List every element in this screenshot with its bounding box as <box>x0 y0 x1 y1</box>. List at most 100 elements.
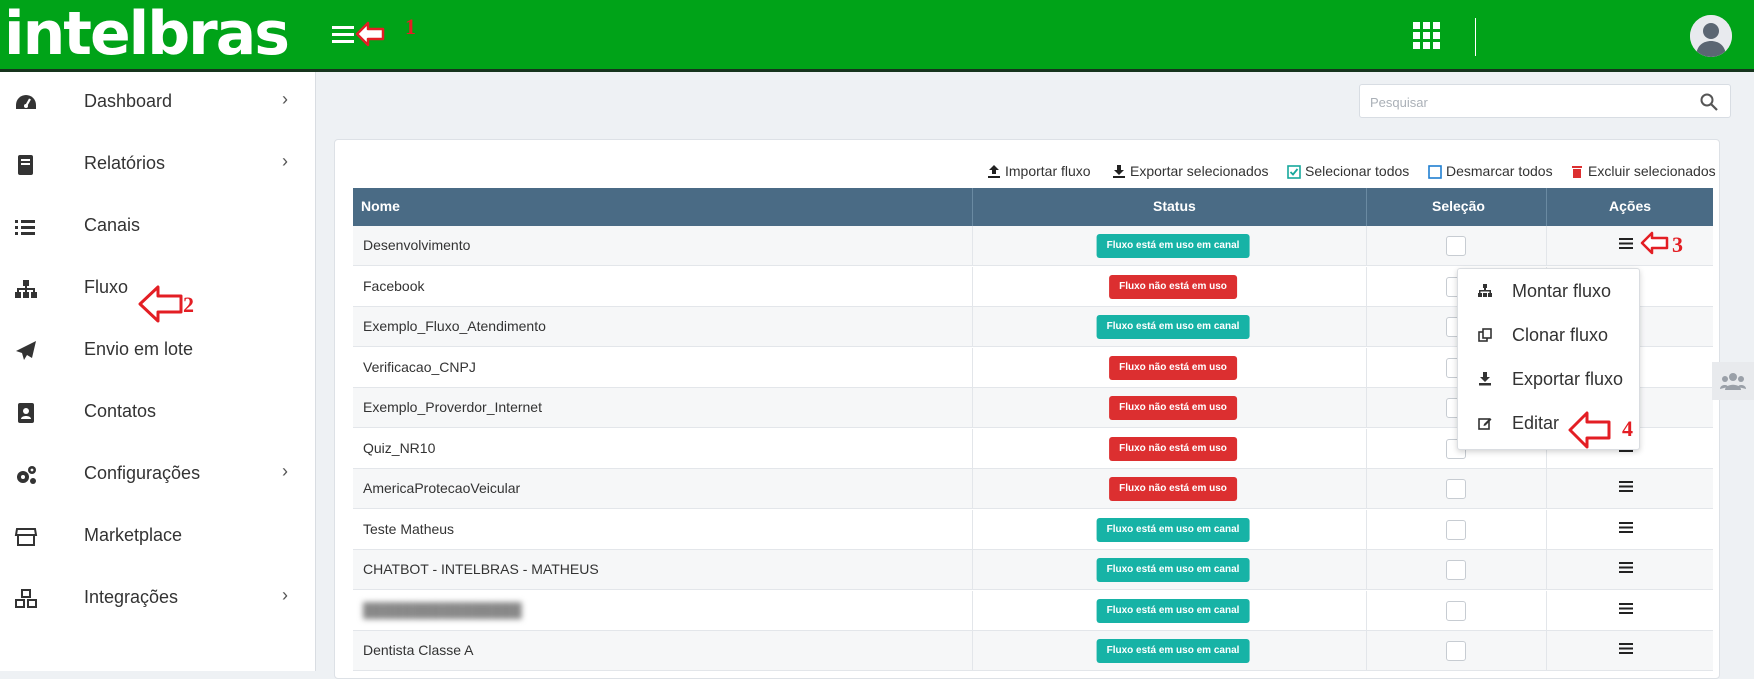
unselect-all-label: Desmarcar todos <box>1446 163 1553 179</box>
cell-divider <box>1546 631 1547 671</box>
hamburger-icon <box>1619 643 1633 654</box>
column-header-acoes[interactable]: Ações <box>1609 198 1651 214</box>
column-header-nome[interactable]: Nome <box>361 198 400 214</box>
unselect-all-button[interactable]: Desmarcar todos <box>1428 162 1553 180</box>
hamburger-icon <box>1619 521 1633 533</box>
search-box <box>1359 84 1731 118</box>
sidebar-item-relatorios[interactable]: Relatórios › <box>0 134 316 196</box>
top-bar: intelbras 1 <box>0 0 1754 72</box>
flow-name: Exemplo_Proverdor_Internet <box>363 399 542 415</box>
row-actions-menu: Montar fluxo Clonar fluxo Exportar fluxo… <box>1457 268 1640 450</box>
user-avatar-icon <box>1690 15 1732 57</box>
sidebar-item-contatos[interactable]: Contatos <box>0 382 316 444</box>
column-divider <box>1546 188 1547 226</box>
apps-button[interactable] <box>1413 22 1441 50</box>
sidebar-item-label: Dashboard <box>84 91 173 111</box>
delete-selected-label: Excluir selecionados <box>1588 163 1716 179</box>
cell-divider <box>972 226 973 266</box>
table-row[interactable]: Teste Matheus Fluxo está em uso em canal <box>353 509 1713 550</box>
row-select-checkbox[interactable] <box>1446 479 1466 499</box>
floating-contacts-tab[interactable] <box>1712 362 1754 400</box>
search-icon[interactable] <box>1700 93 1718 111</box>
cell-divider <box>1546 226 1547 266</box>
cell-divider <box>1366 428 1367 469</box>
cell-divider <box>1366 226 1367 266</box>
chevron-right-icon: › <box>282 585 288 605</box>
annotation-arrow-left-icon <box>138 285 183 323</box>
sidebar-item-label: Configurações <box>84 463 201 483</box>
sitemap-icon <box>15 280 37 298</box>
table-row[interactable]: Dentista Classe A Fluxo está em uso em ca… <box>353 631 1713 671</box>
row-actions-button[interactable] <box>1619 558 1633 580</box>
sidebar-item-integracoes[interactable]: Integrações › <box>0 568 316 630</box>
cell-divider <box>1546 469 1547 509</box>
row-select-checkbox[interactable] <box>1446 236 1466 256</box>
table-row[interactable]: ████████████████ Fluxo está em uso em can… <box>353 590 1713 631</box>
cell-divider <box>1366 631 1367 671</box>
paper-plane-icon <box>16 341 36 360</box>
sidebar-item-dashboard[interactable]: Dashboard › <box>0 72 316 134</box>
status-badge: Fluxo está em uso em canal <box>1096 234 1250 258</box>
cell-divider <box>1366 550 1367 590</box>
cell-divider <box>972 590 973 631</box>
row-actions-button[interactable] <box>1619 639 1633 661</box>
annotation-number: 2 <box>183 292 194 317</box>
row-actions-button[interactable] <box>1619 477 1633 499</box>
trash-icon <box>1572 166 1582 178</box>
chevron-right-icon: › <box>282 461 288 481</box>
table-row[interactable]: Desenvolvimento Fluxo está em uso em cana… <box>353 226 1713 266</box>
cell-divider <box>972 509 973 550</box>
export-selected-label: Exportar selecionados <box>1130 163 1269 179</box>
flow-name: ████████████████ <box>363 601 522 618</box>
status-badge: Fluxo está em uso em canal <box>1096 558 1250 582</box>
hamburger-icon <box>1619 238 1633 249</box>
sidebar-item-configuracoes[interactable]: Configurações › <box>0 444 316 506</box>
sitemap-icon <box>1478 284 1492 297</box>
cell-divider <box>1366 266 1367 307</box>
row-actions-button[interactable] <box>1619 518 1633 540</box>
sidebar-item-marketplace[interactable]: Marketplace <box>0 506 316 568</box>
search-input[interactable] <box>1368 91 1692 113</box>
table-row[interactable]: CHATBOT - INTELBRAS - MATHEUS Fluxo está … <box>353 550 1713 590</box>
row-actions-button[interactable] <box>1619 599 1633 621</box>
menu-item-montar-fluxo[interactable]: Montar fluxo <box>1458 269 1639 313</box>
store-icon <box>14 528 38 546</box>
import-flow-button[interactable]: Importar fluxo <box>987 162 1091 180</box>
download-icon <box>1113 165 1125 178</box>
menu-toggle-button[interactable] <box>332 22 354 48</box>
column-header-selecao[interactable]: Seleção <box>1432 198 1485 214</box>
row-select-checkbox[interactable] <box>1446 519 1466 540</box>
row-select-checkbox[interactable] <box>1446 641 1466 661</box>
table-row[interactable]: AmericaProtecaoVeicular Fluxo não está em… <box>353 469 1713 509</box>
import-flow-label: Importar fluxo <box>1005 163 1091 179</box>
sidebar-item-envio-em-lote[interactable]: Envio em lote <box>0 320 316 382</box>
upload-icon <box>988 165 1000 178</box>
row-select-checkbox[interactable] <box>1446 560 1466 580</box>
intelbras-logo[interactable]: intelbras <box>4 2 290 66</box>
sidebar-item-canais[interactable]: Canais <box>0 196 316 258</box>
delete-selected-button[interactable]: Excluir selecionados <box>1570 162 1716 180</box>
menu-item-exportar-fluxo[interactable]: Exportar fluxo <box>1458 357 1639 401</box>
cell-divider <box>972 550 973 590</box>
status-badge: Fluxo não está em uso <box>1109 396 1237 420</box>
row-actions-button[interactable] <box>1619 234 1633 256</box>
cell-divider <box>1546 509 1547 550</box>
menu-item-label: Montar fluxo <box>1512 281 1612 301</box>
export-selected-button[interactable]: Exportar selecionados <box>1112 162 1269 180</box>
avatar[interactable] <box>1690 15 1732 57</box>
flow-name: Desenvolvimento <box>363 237 471 253</box>
table-header: Nome Status Seleção Ações <box>353 188 1713 226</box>
cell-divider <box>972 631 973 671</box>
sidebar-item-label: Envio em lote <box>84 339 194 359</box>
cell-divider <box>1366 388 1367 428</box>
status-badge: Fluxo está em uso em canal <box>1096 639 1250 663</box>
menu-item-clonar-fluxo[interactable]: Clonar fluxo <box>1458 313 1639 357</box>
annotation-arrow-left-icon <box>355 21 385 47</box>
column-header-status[interactable]: Status <box>1153 198 1196 214</box>
status-badge: Fluxo não está em uso <box>1109 477 1237 501</box>
chevron-right-icon: › <box>282 151 288 171</box>
flow-name: Facebook <box>363 277 425 294</box>
row-select-checkbox[interactable] <box>1446 600 1466 621</box>
select-all-button[interactable]: Selecionar todos <box>1287 162 1409 180</box>
cogs-icon <box>17 466 36 484</box>
